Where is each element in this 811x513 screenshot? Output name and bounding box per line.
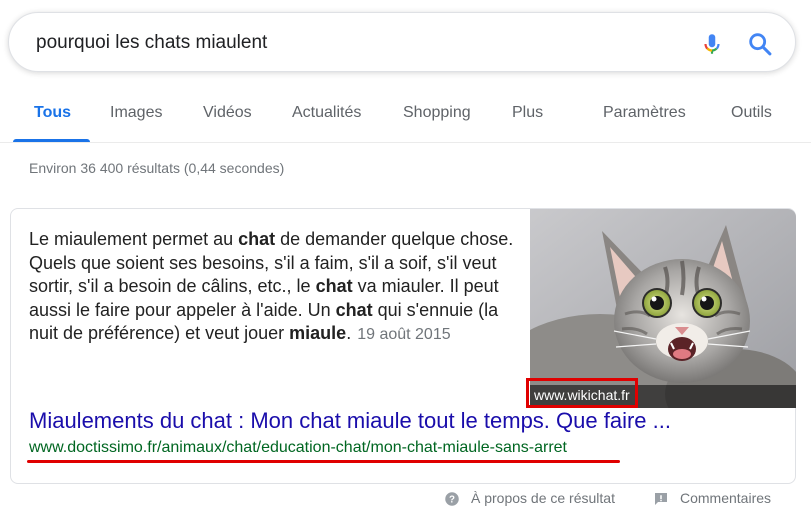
feedback-link[interactable]: Commentaires: [680, 490, 771, 506]
snippet-bold-term: chat: [315, 276, 353, 296]
feedback-icon[interactable]: [652, 490, 670, 508]
tabs-divider: [0, 142, 811, 143]
snippet-bold-term: miaule: [289, 323, 347, 343]
snippet-bold-term: chat: [335, 299, 373, 320]
svg-text:?: ?: [449, 494, 455, 505]
magnifier-icon[interactable]: [746, 30, 774, 58]
tab-tous[interactable]: Tous: [34, 104, 71, 122]
tab-plus[interactable]: Plus: [512, 104, 543, 122]
about-result-link[interactable]: À propos de ce résultat: [471, 490, 615, 506]
tab-shopping[interactable]: Shopping: [403, 104, 471, 122]
tab-images[interactable]: Images: [110, 104, 162, 122]
search-tabs: Tous Images Vidéos Actualités Shopping P…: [0, 94, 811, 142]
annotation-underline: [27, 460, 620, 463]
result-url[interactable]: www.doctissimo.fr/animaux/chat/education…: [29, 439, 567, 457]
snippet-text-fragment: Le miaulement permet au: [29, 229, 239, 249]
tab-outils[interactable]: Outils: [731, 104, 772, 122]
featured-snippet-text: Le miaulement permet au chat de demander…: [29, 228, 514, 347]
tab-parametres[interactable]: Paramètres: [603, 104, 686, 122]
annotation-highlight-box: [526, 378, 638, 408]
tab-actualites[interactable]: Actualités: [292, 104, 361, 122]
search-input[interactable]: [34, 27, 678, 59]
result-title-link[interactable]: Miaulements du chat : Mon chat miaule to…: [29, 408, 671, 434]
snippet-date: 19 août 2015: [357, 326, 451, 343]
microphone-icon[interactable]: [699, 30, 725, 58]
tab-videos[interactable]: Vidéos: [203, 104, 252, 122]
snippet-text-fragment: .: [346, 323, 352, 343]
search-box[interactable]: [8, 12, 796, 72]
snippet-bold-term: chat: [238, 229, 276, 249]
result-stats: Environ 36 400 résultats (0,44 secondes): [29, 160, 285, 176]
help-icon[interactable]: ?: [443, 490, 461, 508]
